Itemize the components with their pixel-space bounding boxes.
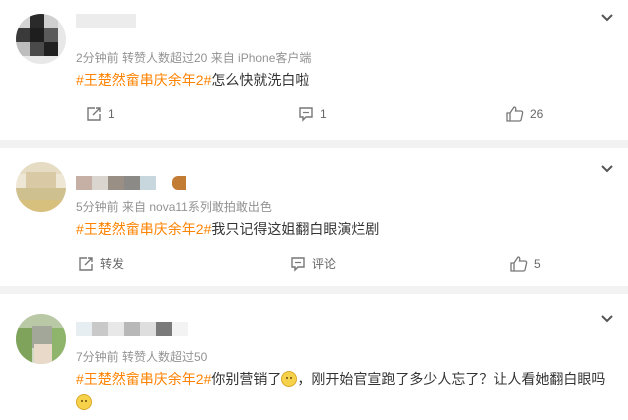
comment-meta: 5分钟前 来自 nova11系列敢拍敢出色	[76, 200, 272, 214]
comment-card: 7分钟前 转赞人数超过50 #王楚然畲串庆余年2#你别营销了 ，刚开始官宣跑了多少…	[0, 294, 628, 420]
username-blurred[interactable]	[76, 176, 196, 190]
like-button[interactable]: 5	[510, 256, 541, 272]
repost-button[interactable]: 转发	[78, 255, 124, 272]
chevron-down-icon[interactable]	[600, 314, 614, 324]
comment-meta: 2分钟前 转赞人数超过20 来自 iPhone客户端	[76, 51, 312, 65]
comment-body: 怎么快就洗白啦	[211, 72, 310, 88]
repost-icon	[79, 256, 93, 271]
like-count: 26	[530, 107, 544, 121]
comment-body: 我只记得这姐翻白眼演烂剧	[211, 221, 380, 237]
username-blurred[interactable]	[76, 322, 196, 336]
comment-text: #王楚然畲串庆余年2#我只记得这姐翻白眼演烂剧	[76, 219, 379, 239]
chevron-down-icon[interactable]	[600, 13, 614, 23]
comment-button[interactable]: 1	[298, 106, 327, 122]
comment-count: 1	[320, 107, 327, 121]
comment-card: 5分钟前 来自 nova11系列敢拍敢出色 #王楚然畲串庆余年2#我只记得这姐翻…	[0, 148, 628, 286]
topic-link[interactable]: #王楚然畲串庆余年2#	[76, 221, 211, 237]
chevron-down-icon[interactable]	[600, 164, 614, 174]
comment-body: 你别营销了	[211, 371, 282, 387]
comment-label: 评论	[312, 257, 337, 271]
username-blurred[interactable]	[76, 14, 196, 28]
like-button[interactable]: 26	[506, 106, 543, 122]
like-icon	[506, 106, 524, 122]
repost-label: 转发	[100, 257, 125, 271]
avatar[interactable]	[16, 14, 66, 64]
comment-text: #王楚然畲串庆余年2#怎么快就洗白啦	[76, 70, 309, 90]
comment-icon	[299, 107, 313, 122]
emoji-icon	[76, 394, 92, 410]
repost-icon	[87, 107, 101, 121]
repost-count: 1	[108, 107, 115, 121]
topic-link[interactable]: #王楚然畲串庆余年2#	[76, 72, 211, 88]
comment-icon	[291, 256, 305, 272]
comment-meta: 7分钟前 转赞人数超过50	[76, 350, 208, 364]
topic-link[interactable]: #王楚然畲串庆余年2#	[76, 371, 211, 387]
avatar[interactable]	[16, 314, 66, 364]
comment-emoji-line	[76, 394, 92, 412]
avatar[interactable]	[16, 162, 66, 212]
emoji-icon	[281, 371, 298, 387]
repost-button[interactable]: 1	[86, 106, 115, 122]
comment-card: 2分钟前 转赞人数超过20 来自 iPhone客户端 #王楚然畲串庆余年2#怎么…	[0, 0, 628, 140]
comment-button[interactable]: 评论	[290, 255, 336, 272]
comment-body-cont: ，刚开始官宣跑了多少人忘了？让人看她翻白眼吗	[297, 371, 606, 387]
like-icon	[510, 256, 528, 272]
like-count: 5	[534, 257, 541, 271]
comment-text: #王楚然畲串庆余年2#你别营销了 ，刚开始官宣跑了多少人忘了？让人看她翻白眼吗	[76, 369, 605, 389]
